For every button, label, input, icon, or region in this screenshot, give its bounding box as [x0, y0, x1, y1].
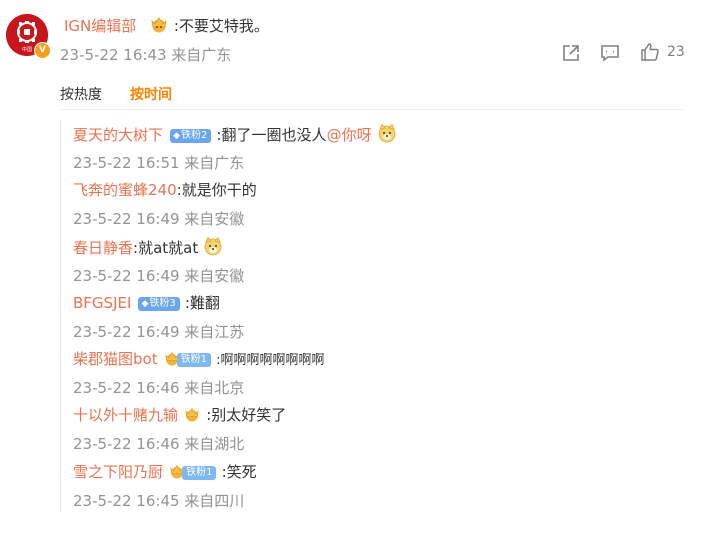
- reply-meta: 23-5-22 16:49 来自安徽: [73, 267, 245, 285]
- comment-icon: [601, 45, 619, 62]
- tab-sort-time[interactable]: 按时间: [130, 85, 172, 105]
- reply-username[interactable]: 飞奔的蜜蜂240: [73, 181, 177, 199]
- comment-button[interactable]: [600, 43, 620, 67]
- reply-text: :翻了一圈也没人: [216, 126, 327, 144]
- like-count: 23: [667, 44, 685, 60]
- avatar-caption: 中国: [22, 46, 32, 53]
- list-item: 雪之下阳乃厨 铁粉1 :笑死: [73, 461, 257, 485]
- verified-badge-icon: V: [34, 42, 51, 59]
- list-item: 夏天的大树下 ◆铁粉2 :翻了一圈也没人@你呀: [73, 123, 397, 149]
- crown-icon: [183, 406, 201, 428]
- reply-meta: 23-5-22 16:49 来自安徽: [73, 210, 245, 228]
- like-button[interactable]: 23: [640, 42, 685, 62]
- reply-meta: 23-5-22 16:46 来自北京: [73, 379, 245, 397]
- diamond-icon: ◆: [173, 131, 181, 141]
- reply-meta: 23-5-22 16:49 来自江苏: [73, 323, 245, 341]
- reply-thread-line: [60, 120, 61, 512]
- reply-text: :難翻: [184, 294, 220, 312]
- reply-text: :笑死: [221, 463, 257, 481]
- comment-line: IGN编辑部 :不要艾特我。: [64, 15, 269, 39]
- reply-text: :啊啊啊啊啊啊啊啊: [216, 353, 325, 368]
- fan-badge: 铁粉1: [182, 466, 217, 480]
- fan-badge: ◆铁粉2: [170, 129, 212, 143]
- reply-username[interactable]: 雪之下阳乃厨: [73, 463, 163, 481]
- list-item: 春日静香:就at就at: [73, 236, 223, 262]
- fan-badge: ◆铁粉3: [138, 297, 180, 311]
- comment-meta: 23-5-22 16:43 来自广东: [60, 46, 232, 64]
- diamond-icon: ◆: [141, 299, 149, 309]
- crown-icon: [149, 15, 169, 39]
- reply-username[interactable]: 夏天的大树下: [73, 126, 163, 144]
- list-item: 柴郡猫图bot 铁粉1 :啊啊啊啊啊啊啊啊: [73, 348, 325, 372]
- doge-icon: [377, 123, 397, 149]
- comment-author[interactable]: IGN编辑部: [64, 17, 136, 35]
- reply-text: :就是你干的: [176, 181, 257, 199]
- fan-badge: 铁粉1: [176, 353, 212, 367]
- list-item: 十以外十赌九输 :别太好笑了: [73, 404, 286, 428]
- share-icon: [563, 45, 579, 61]
- list-item: 飞奔的蜜蜂240:就是你干的: [73, 179, 257, 201]
- list-item: BFGSJEI ◆铁粉3 :難翻: [73, 292, 220, 314]
- reply-username[interactable]: BFGSJEI: [73, 294, 131, 312]
- reply-meta: 23-5-22 16:45 来自四川: [73, 492, 245, 510]
- reply-text: :别太好笑了: [206, 406, 287, 424]
- tab-sort-hot[interactable]: 按热度: [60, 85, 102, 105]
- reply-meta: 23-5-22 16:46 来自湖北: [73, 435, 245, 453]
- thumbs-up-icon: [641, 43, 659, 61]
- reply-username[interactable]: 柴郡猫图bot: [73, 350, 158, 368]
- doge-icon: [203, 236, 223, 262]
- reply-meta: 23-5-22 16:51 来自广东: [73, 154, 245, 172]
- reply-text: :就at就at: [133, 239, 199, 257]
- reply-username[interactable]: 十以外十赌九输: [73, 406, 178, 424]
- mention-link[interactable]: @你呀: [327, 126, 372, 144]
- reply-username[interactable]: 春日静香: [73, 239, 133, 257]
- divider: [60, 109, 684, 110]
- comment-text: :不要艾特我。: [173, 17, 269, 35]
- share-button[interactable]: [561, 43, 581, 67]
